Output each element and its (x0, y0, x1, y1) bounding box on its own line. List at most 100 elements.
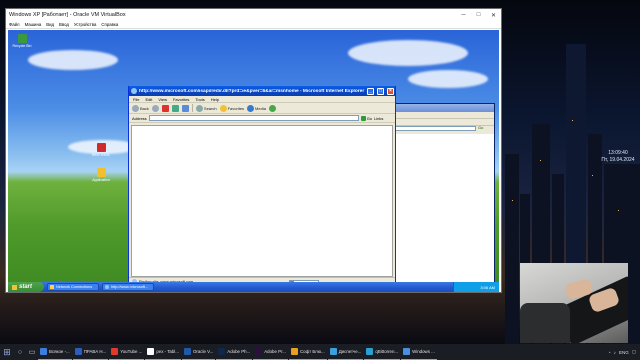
ie-menu-edit[interactable]: Edit (145, 97, 152, 102)
taskbar-app-label: Софт Блю... (299, 349, 325, 354)
xp-system-tray: 3:06 AM (453, 282, 499, 292)
taskbar-app-button[interactable]: Adobe Ph... (216, 344, 253, 360)
stop-icon (161, 104, 169, 112)
xp-desktop[interactable]: Recycle Bin RED TOOL Application Go Loca… (8, 30, 499, 292)
ie-menu-favorites[interactable]: Favorites (173, 97, 189, 102)
language-indicator[interactable]: ENG (619, 350, 629, 355)
taskbar-app-label: Windows ... (412, 349, 435, 354)
vbox-menu-input[interactable]: Ввод (59, 22, 69, 27)
ie-menu-file[interactable]: File (133, 97, 139, 102)
star-icon (219, 104, 227, 112)
maximize-icon[interactable]: □ (377, 87, 384, 95)
minimize-icon[interactable]: _ (367, 87, 374, 95)
vbox-menubar: Файл Машина Вид Ввод Устройства Справка (6, 21, 501, 29)
vbox-menu-machine[interactable]: Машина (25, 22, 42, 27)
ie-back-titlebar[interactable] (384, 104, 494, 112)
network-icon[interactable]: ◔ (608, 350, 611, 355)
notification-icon[interactable]: ▢ (632, 349, 636, 355)
close-icon[interactable]: ✕ (486, 12, 501, 19)
taskbar-app-label: qBittorren... (375, 349, 399, 354)
taskbar-app-button[interactable]: Oracle V... (181, 344, 216, 360)
minimize-icon[interactable]: ─ (456, 12, 471, 19)
desktop-icon-recycle-bin[interactable]: Recycle Bin (8, 34, 36, 48)
desktop-icon-red-tool[interactable]: RED TOOL (87, 143, 115, 157)
desktop-icon-label: Recycle Bin (12, 44, 32, 48)
ie-title: http://www.microsoft.com/isapi/redir.dll… (139, 88, 365, 94)
vbox-menu-help[interactable]: Справка (101, 22, 118, 27)
task-view-button[interactable]: ▭ (26, 348, 38, 356)
media-button[interactable]: Media (247, 104, 266, 112)
taskbar-apps: Всякое -... ПРАВА Н... YouTube ... pex - Ta… (38, 344, 438, 360)
forward-button[interactable] (151, 104, 159, 112)
vbox-menu-view[interactable]: Вид (46, 22, 54, 27)
ie-menu-view[interactable]: View (158, 97, 167, 102)
favorites-label: Favorites (227, 105, 245, 111)
host-taskbar: ⊞ ○ ▭ Всякое -... ПРАВА Н... YouTube ... pe… (0, 344, 640, 360)
taskbar-app-button[interactable]: Софт Блю... (288, 344, 327, 360)
search-button[interactable]: Search (195, 104, 217, 112)
history-button[interactable] (268, 104, 276, 112)
taskbar-app-button[interactable]: pex - Tabl... (145, 344, 181, 360)
vbox-titlebar[interactable]: Windows XP [Работает] - Oracle VM Virtua… (6, 9, 501, 21)
virtualbox-window[interactable]: Windows XP [Работает] - Oracle VM Virtua… (5, 8, 502, 293)
taskbar-app-label: YouTube ... (120, 349, 143, 354)
refresh-icon (171, 104, 179, 112)
home-button[interactable] (181, 104, 189, 112)
taskbar-item-label: Network Connections (56, 285, 93, 289)
taskbar-app-button[interactable]: Adobe Pr... (253, 344, 288, 360)
ie-page-content[interactable] (131, 125, 393, 277)
ie-back-menu (384, 112, 494, 119)
app-icon (255, 348, 263, 355)
links-button[interactable]: Links (374, 116, 383, 121)
search-button[interactable]: ○ (14, 349, 26, 356)
xp-clock: 3:06 AM (480, 284, 495, 290)
host-date: Пт, 19.04.2024 (601, 157, 635, 163)
windows-logo-icon (12, 284, 17, 290)
address-input[interactable] (148, 115, 359, 121)
taskbar-item-ie[interactable]: http://www.microsoft... (102, 283, 154, 291)
taskbar-app-button[interactable]: Всякое -... (38, 344, 72, 360)
taskbar-app-label: Диспетче... (338, 349, 362, 354)
maximize-icon[interactable]: □ (471, 12, 486, 19)
volume-icon[interactable]: ♪ (614, 350, 616, 355)
taskbar-item-network-connections[interactable]: Network Connections (47, 283, 99, 291)
app-icon (74, 348, 82, 355)
windows-logo-icon: ⊞ (3, 346, 11, 357)
taskbar-app-button[interactable]: qBittorren... (364, 344, 401, 360)
ie-titlebar[interactable]: http://www.microsoft.com/isapi/redir.dll… (129, 86, 395, 96)
ie-menu-tools[interactable]: Tools (195, 97, 204, 102)
search-label: Search (203, 105, 217, 111)
ie-menu-help[interactable]: Help (211, 97, 219, 102)
close-icon[interactable]: × (387, 87, 394, 95)
refresh-button[interactable] (171, 104, 179, 112)
ie-address-bar: Address Go Links (129, 114, 395, 123)
ie-back-address-box[interactable] (388, 126, 476, 131)
xp-taskbar: start Network Connections http://www.mic… (8, 282, 499, 292)
forward-arrow-icon (151, 104, 159, 112)
desktop-icon-application[interactable]: Application (87, 168, 115, 182)
taskbar-app-button[interactable]: ПРАВА Н... (72, 344, 109, 360)
vbox-menu-devices[interactable]: Устройства (74, 22, 96, 27)
stop-button[interactable] (161, 104, 169, 112)
go-label: Go (366, 115, 373, 121)
taskbar-app-button[interactable]: Windows ... (401, 344, 437, 360)
windows-start-button[interactable]: ⊞ (0, 344, 14, 360)
ie-window-background[interactable]: Go (383, 103, 495, 292)
desktop-icon-label: Application (92, 178, 110, 182)
home-icon (181, 104, 189, 112)
taskbar-app-button[interactable]: Диспетче... (327, 344, 364, 360)
taskbar-item-label: http://www.microsoft... (111, 285, 149, 289)
taskbar-app-label: Adobe Pr... (264, 349, 286, 354)
ie-back-go-button[interactable]: Go (478, 125, 483, 130)
ie-window[interactable]: http://www.microsoft.com/isapi/redir.dll… (128, 86, 396, 286)
vbox-menu-file[interactable]: Файл (9, 22, 20, 27)
start-button[interactable]: start (8, 282, 44, 292)
ie-menubar: File Edit View Favorites Tools Help (129, 96, 395, 103)
go-button[interactable]: Go (360, 115, 373, 121)
back-button[interactable]: Back (132, 104, 149, 112)
taskbar-app-button[interactable]: YouTube ... (109, 344, 145, 360)
ie-toolbar: Back Search Favorites Media (129, 103, 395, 114)
go-arrow-icon (360, 115, 366, 121)
recycle-bin-icon (17, 34, 27, 43)
favorites-button[interactable]: Favorites (219, 104, 245, 112)
